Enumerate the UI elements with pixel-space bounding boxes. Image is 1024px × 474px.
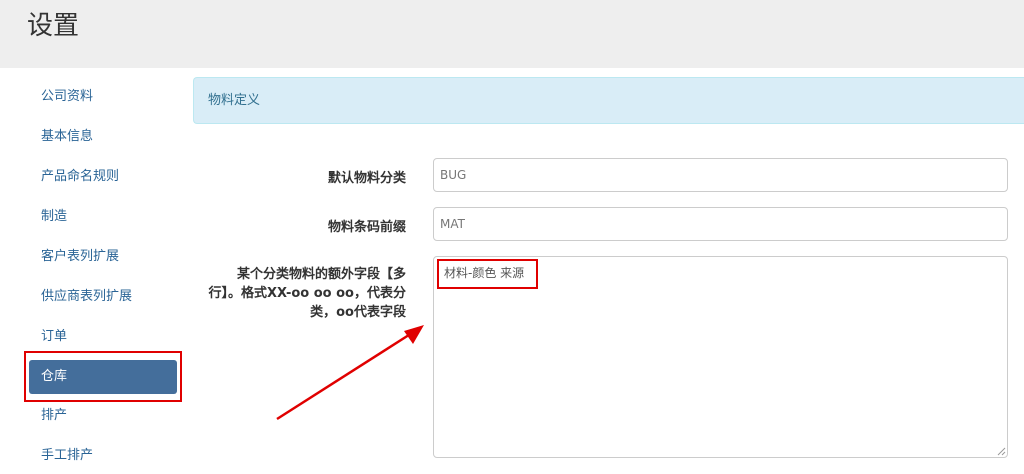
barcode-prefix-label: 物料条码前缀: [327, 220, 406, 235]
extra-fields-label-line-2: 行】。格式XX-oo oo oo，代表分: [208, 286, 406, 301]
sidebar-item-scheduling[interactable]: 排产: [27, 398, 181, 434]
sidebar-item-customer-columns[interactable]: 客户表列扩展: [27, 239, 181, 275]
page-header: 设置: [0, 0, 1024, 68]
textarea-value-highlight-box: [437, 259, 538, 289]
extra-fields-label-line-1: 某个分类物料的额外字段【多: [236, 267, 406, 282]
sidebar-item-supplier-columns[interactable]: 供应商表列扩展: [27, 279, 181, 315]
default-category-label: 默认物料分类: [327, 171, 406, 186]
extra-fields-label-line-3: 类，oo代表字段: [310, 305, 406, 320]
sidebar-nav: 公司资料 基本信息 产品命名规则 制造 客户表列扩展 供应商表列扩展 订单 仓库…: [0, 68, 190, 466]
extra-fields-label: 某个分类物料的额外字段【多 行】。格式XX-oo oo oo，代表分 类，oo代…: [208, 265, 406, 322]
resize-grip-icon[interactable]: [996, 446, 1006, 456]
sidebar-item-basic-info[interactable]: 基本信息: [27, 119, 181, 155]
sidebar-item-company-info[interactable]: 公司资料: [27, 79, 181, 115]
sidebar-item-product-naming-rules[interactable]: 产品命名规则: [27, 159, 181, 195]
default-category-input[interactable]: [433, 158, 1008, 192]
sidebar-item-manufacturing[interactable]: 制造: [27, 199, 181, 235]
barcode-prefix-input[interactable]: [433, 207, 1008, 241]
warehouse-highlight-box: [24, 351, 182, 402]
panel-heading-title: 物料定义: [208, 93, 261, 108]
sidebar-item-orders[interactable]: 订单: [27, 319, 181, 355]
panel-heading: 物料定义: [193, 77, 1024, 124]
page-title: 设置: [27, 11, 80, 41]
sidebar-item-manual-scheduling[interactable]: 手工排产: [27, 438, 181, 474]
